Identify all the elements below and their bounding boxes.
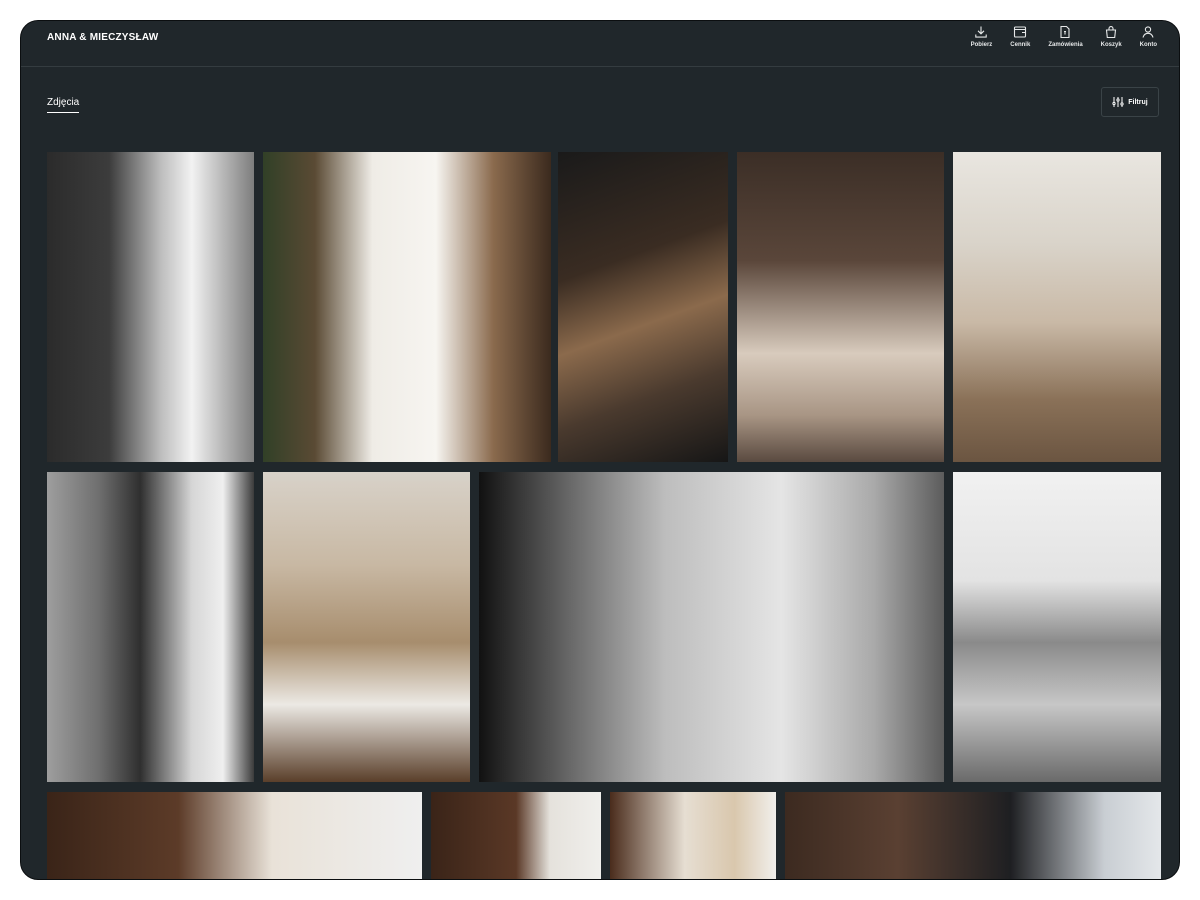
gallery-title: ANNA & MIECZYSŁAW (47, 32, 159, 43)
nav-pricing-label: Cennik (1010, 42, 1031, 48)
gallery-photo[interactable] (953, 472, 1161, 782)
download-icon (975, 26, 988, 38)
nav-cart-label: Koszyk (1100, 42, 1122, 48)
filter-button[interactable]: Filtruj (1101, 87, 1159, 117)
top-nav: Pobierz Cennik Zamówienia Koszyk Konto (953, 25, 1157, 48)
nav-orders[interactable]: Zamówienia (1048, 25, 1083, 48)
user-icon (1142, 26, 1154, 38)
nav-account[interactable]: Konto (1140, 25, 1157, 48)
gallery-photo[interactable] (610, 792, 776, 879)
nav-orders-label: Zamówienia (1048, 42, 1083, 48)
gallery-photo[interactable] (737, 152, 944, 462)
gallery-photo[interactable] (47, 792, 422, 879)
sliders-icon (1112, 97, 1124, 107)
gallery-photo[interactable] (263, 472, 470, 782)
filter-label: Filtruj (1128, 98, 1148, 106)
app-window: ANNA & MIECZYSŁAW Pobierz Cennik Zamówie… (20, 20, 1180, 880)
gallery-photo[interactable] (47, 472, 254, 782)
gallery-photo[interactable] (479, 472, 944, 782)
gallery-photo[interactable] (47, 152, 254, 462)
gallery-photo[interactable] (431, 792, 601, 879)
gallery-photo[interactable] (785, 792, 1161, 879)
gallery-photo[interactable] (953, 152, 1161, 462)
nav-download-label: Pobierz (970, 42, 993, 48)
gallery-photo[interactable] (263, 152, 551, 462)
document-icon (1060, 25, 1071, 39)
nav-download[interactable]: Pobierz (970, 25, 993, 48)
gallery-photo[interactable] (558, 152, 728, 462)
tab-bar: Zdjęcia (47, 92, 80, 113)
top-bar: ANNA & MIECZYSŁAW Pobierz Cennik Zamówie… (21, 21, 1179, 67)
nav-cart[interactable]: Koszyk (1101, 25, 1122, 48)
wallet-icon (1014, 26, 1027, 38)
bag-icon (1106, 26, 1117, 39)
nav-pricing[interactable]: Cennik (1010, 25, 1030, 48)
nav-account-label: Konto (1139, 42, 1157, 48)
tab-photos[interactable]: Zdjęcia (47, 97, 80, 113)
